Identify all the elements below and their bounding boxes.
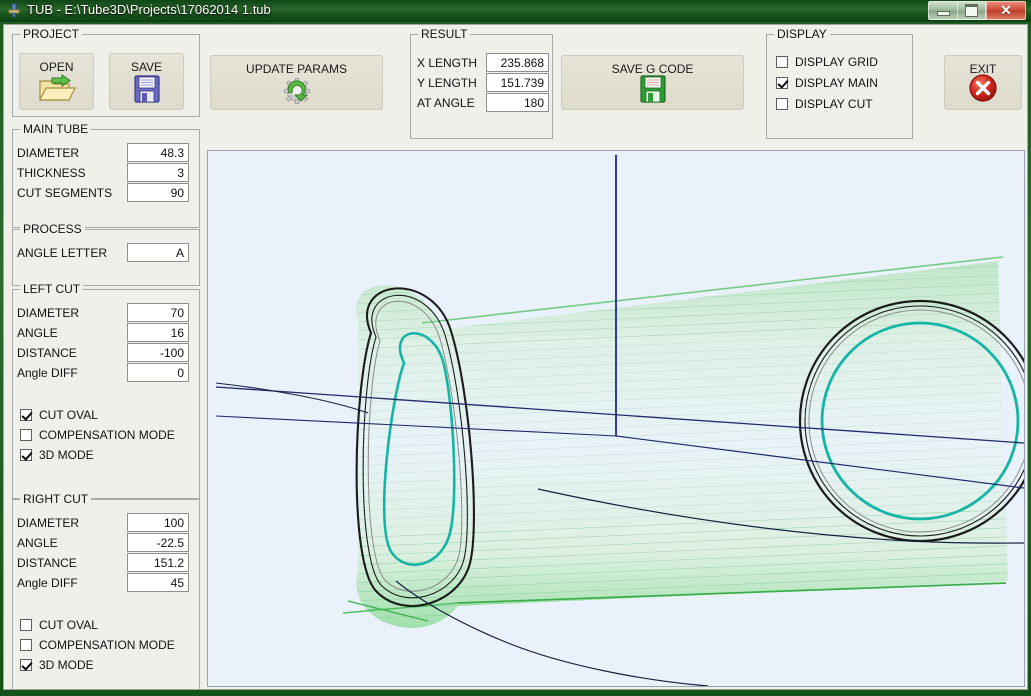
client-area: PROJECT OPEN SAVE UPDATE PARAMS RESULT X… xyxy=(3,24,1028,690)
main-tube-group-title: MAIN TUBE xyxy=(20,122,92,136)
right-compensation-mode-checkbox[interactable]: COMPENSATION MODE xyxy=(20,638,175,652)
right-cut-oval-checkbox-box[interactable] xyxy=(20,619,32,631)
process-group-title: PROCESS xyxy=(20,222,85,236)
save-gcode-button[interactable]: SAVE G CODE xyxy=(561,55,744,110)
left-cut-oval-checkbox[interactable]: CUT OVAL xyxy=(20,408,98,422)
application-window: TUB - E:\Tube3D\Projects\17062014 1.tub … xyxy=(0,0,1031,696)
left-cut-oval-label: CUT OVAL xyxy=(39,408,98,422)
left-cut-oval-checkbox-box[interactable] xyxy=(20,409,32,421)
right-3d-mode-checkbox-box[interactable] xyxy=(20,659,32,671)
right-angle-diff-label: Angle DIFF xyxy=(17,576,78,590)
result-group-title: RESULT xyxy=(418,27,471,41)
right-diameter-label: DIAMETER xyxy=(17,516,80,530)
save-button[interactable]: SAVE xyxy=(109,53,184,110)
main-thickness-label: THICKNESS xyxy=(17,166,86,180)
tube-tool-icon xyxy=(6,3,22,19)
right-angle-diff-field[interactable]: 45 xyxy=(127,573,189,592)
3d-tube-preview[interactable] xyxy=(207,150,1025,687)
angle-letter-field[interactable]: A xyxy=(127,243,189,262)
display-main-checkbox[interactable]: DISPLAY MAIN xyxy=(776,76,878,90)
right-3d-mode-label: 3D MODE xyxy=(39,658,94,672)
at-angle-label: AT ANGLE xyxy=(417,96,475,110)
update-params-label: UPDATE PARAMS xyxy=(246,62,347,76)
left-compensation-mode-checkbox-box[interactable] xyxy=(20,429,32,441)
left-angle-diff-field[interactable]: 0 xyxy=(127,363,189,382)
title-bar[interactable]: TUB - E:\Tube3D\Projects\17062014 1.tub … xyxy=(0,0,1031,22)
display-group-title: DISPLAY xyxy=(774,27,830,41)
display-cut-label: DISPLAY CUT xyxy=(795,97,873,111)
x-length-label: X LENGTH xyxy=(417,56,478,70)
left-distance-label: DISTANCE xyxy=(17,346,77,360)
save-button-label: SAVE xyxy=(130,60,163,74)
left-3d-mode-checkbox[interactable]: 3D MODE xyxy=(20,448,94,462)
main-thickness-field[interactable]: 3 xyxy=(127,163,189,182)
right-3d-mode-checkbox[interactable]: 3D MODE xyxy=(20,658,94,672)
left-cut-group-title: LEFT CUT xyxy=(20,282,84,296)
update-params-button[interactable]: UPDATE PARAMS xyxy=(210,55,383,110)
angle-letter-label: ANGLE LETTER xyxy=(17,246,108,260)
right-angle-field[interactable]: -22.5 xyxy=(127,533,189,552)
right-diameter-field[interactable]: 100 xyxy=(127,513,189,532)
at-angle-field[interactable]: 180 xyxy=(486,93,549,112)
floppy-disk-icon xyxy=(110,74,183,104)
left-diameter-field[interactable]: 70 xyxy=(127,303,189,322)
x-length-field[interactable]: 235.868 xyxy=(486,53,549,72)
open-button-label: OPEN xyxy=(39,60,74,74)
right-distance-field[interactable]: 151.2 xyxy=(127,553,189,572)
display-grid-checkbox[interactable]: DISPLAY GRID xyxy=(776,55,878,69)
right-distance-label: DISTANCE xyxy=(17,556,77,570)
left-compensation-mode-label: COMPENSATION MODE xyxy=(39,428,175,442)
window-title: TUB - E:\Tube3D\Projects\17062014 1.tub xyxy=(27,2,271,17)
left-3d-mode-checkbox-box[interactable] xyxy=(20,449,32,461)
right-compensation-mode-checkbox-box[interactable] xyxy=(20,639,32,651)
right-cut-group-title: RIGHT CUT xyxy=(20,492,92,506)
maximize-button[interactable] xyxy=(957,1,986,20)
main-diameter-field[interactable]: 48.3 xyxy=(127,143,189,162)
main-cut-segments-label: CUT SEGMENTS xyxy=(17,186,113,200)
left-angle-label: ANGLE xyxy=(17,326,58,340)
right-compensation-mode-label: COMPENSATION MODE xyxy=(39,638,175,652)
right-cut-oval-label: CUT OVAL xyxy=(39,618,98,632)
close-button[interactable]: ✕ xyxy=(986,1,1026,20)
left-diameter-label: DIAMETER xyxy=(17,306,80,320)
display-main-label: DISPLAY MAIN xyxy=(795,76,878,90)
green-floppy-icon xyxy=(562,74,743,104)
close-icon: ✕ xyxy=(1000,2,1012,18)
left-3d-mode-label: 3D MODE xyxy=(39,448,94,462)
minimize-icon xyxy=(929,2,957,19)
main-cut-segments-field[interactable]: 90 xyxy=(127,183,189,202)
right-cut-oval-checkbox[interactable]: CUT OVAL xyxy=(20,618,98,632)
exit-button[interactable]: EXIT xyxy=(944,55,1022,110)
maximize-icon xyxy=(958,2,985,19)
main-diameter-label: DIAMETER xyxy=(17,146,80,160)
display-grid-checkbox-box[interactable] xyxy=(776,56,788,68)
red-x-circle-icon xyxy=(945,72,1021,104)
display-cut-checkbox-box[interactable] xyxy=(776,98,788,110)
open-button[interactable]: OPEN xyxy=(19,53,94,110)
left-angle-field[interactable]: 16 xyxy=(127,323,189,342)
project-group-title: PROJECT xyxy=(20,27,83,41)
right-angle-label: ANGLE xyxy=(17,536,58,550)
display-main-checkbox-box[interactable] xyxy=(776,77,788,89)
y-length-label: Y LENGTH xyxy=(417,76,477,90)
left-distance-field[interactable]: -100 xyxy=(127,343,189,362)
y-length-field[interactable]: 151.739 xyxy=(486,73,549,92)
display-cut-checkbox[interactable]: DISPLAY CUT xyxy=(776,97,873,111)
display-grid-label: DISPLAY GRID xyxy=(795,55,878,69)
minimize-button[interactable] xyxy=(928,1,957,20)
left-angle-diff-label: Angle DIFF xyxy=(17,366,78,380)
gear-refresh-icon xyxy=(211,76,382,104)
left-compensation-mode-checkbox[interactable]: COMPENSATION MODE xyxy=(20,428,175,442)
open-folder-icon xyxy=(20,74,93,104)
